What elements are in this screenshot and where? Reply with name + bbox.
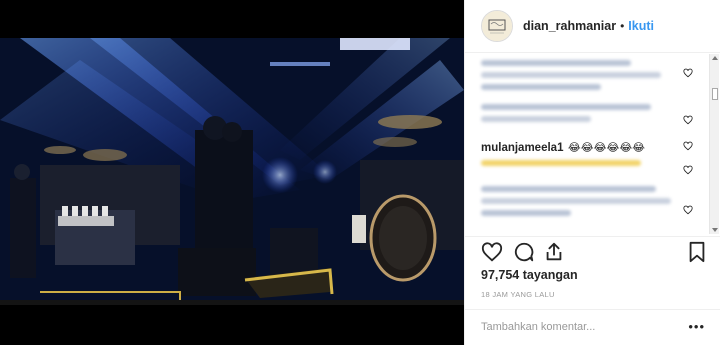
- header-separator: •: [620, 19, 625, 33]
- comments-scrollbar[interactable]: [709, 54, 719, 234]
- sketch-avatar-icon: [482, 11, 512, 41]
- comment-like-heart-icon[interactable]: [683, 165, 693, 175]
- scroll-down-icon[interactable]: [712, 228, 718, 232]
- blurred-comment-line: [481, 116, 591, 122]
- comment-like-heart-icon[interactable]: [683, 141, 693, 151]
- blurred-comment-line: [481, 84, 601, 90]
- comment-item: [481, 186, 689, 222]
- comment-item: mulanjameela1 😂😂😂😂😂😂: [481, 138, 689, 156]
- concert-video-frame: [0, 0, 464, 345]
- blurred-comment-line: [481, 198, 671, 204]
- scrollbar-thumb[interactable]: [712, 88, 718, 100]
- comment-item: [481, 104, 689, 128]
- comment-username[interactable]: mulanjameela1: [481, 142, 563, 154]
- share-icon[interactable]: [543, 241, 565, 263]
- comment-text: 😂😂😂😂😂😂: [567, 142, 646, 154]
- comment-like-heart-icon[interactable]: [683, 68, 693, 78]
- post-header: dian_rahmaniar • Ikuti: [465, 0, 720, 53]
- blurred-comment-line: [481, 60, 631, 66]
- follow-button[interactable]: Ikuti: [628, 19, 654, 33]
- post-video[interactable]: [0, 0, 464, 345]
- username[interactable]: dian_rahmaniar: [523, 19, 616, 33]
- view-count[interactable]: 97,754 tayangan: [481, 268, 578, 282]
- heart-icon[interactable]: [481, 241, 503, 263]
- add-comment-input[interactable]: Tambahkan komentar...: [481, 321, 595, 333]
- comment-like-heart-icon[interactable]: [683, 115, 693, 125]
- comment-item: [481, 160, 689, 172]
- avatar[interactable]: [481, 10, 513, 42]
- blurred-comment-line: [481, 72, 661, 78]
- more-options-icon[interactable]: •••: [688, 320, 705, 333]
- post-side-panel: dian_rahmaniar • Ikuti mulanjameela1 😂😂😂…: [464, 0, 720, 345]
- add-comment-box[interactable]: Tambahkan komentar... •••: [465, 309, 720, 345]
- comments-list[interactable]: mulanjameela1 😂😂😂😂😂😂: [465, 54, 720, 234]
- comment-like-heart-icon[interactable]: [683, 205, 693, 215]
- post-timestamp[interactable]: 18 JAM YANG LALU: [481, 290, 555, 299]
- scroll-up-icon[interactable]: [712, 56, 718, 60]
- post-actions: [465, 236, 720, 266]
- blurred-comment-line: [481, 210, 571, 216]
- comment-icon[interactable]: [513, 241, 535, 263]
- blurred-comment-line: [481, 160, 641, 166]
- blurred-comment-line: [481, 186, 656, 192]
- blurred-comment-line: [481, 104, 651, 110]
- bookmark-icon[interactable]: [687, 241, 707, 263]
- comment-item: [481, 60, 689, 96]
